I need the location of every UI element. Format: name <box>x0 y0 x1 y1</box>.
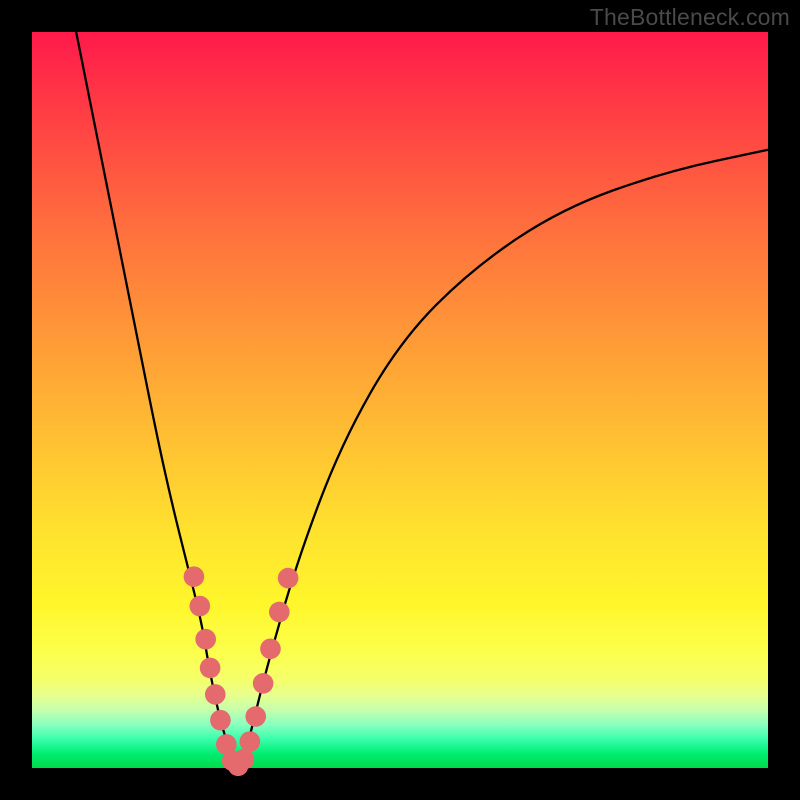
highlight-dot <box>234 749 255 770</box>
highlight-dot <box>278 568 299 589</box>
highlight-dot <box>205 684 226 705</box>
highlight-dot <box>210 710 231 731</box>
highlight-dots <box>184 566 299 776</box>
chart-frame: TheBottleneck.com <box>0 0 800 800</box>
highlight-dot <box>184 566 205 587</box>
highlight-dot <box>200 658 221 679</box>
curve-layer <box>32 32 768 768</box>
highlight-dot <box>245 706 266 727</box>
highlight-dot <box>253 673 274 694</box>
highlight-dot <box>269 602 290 623</box>
highlight-dot <box>195 629 216 650</box>
highlight-dot <box>240 731 261 752</box>
highlight-dot <box>260 638 281 659</box>
plot-area <box>32 32 768 768</box>
watermark-label: TheBottleneck.com <box>590 4 790 31</box>
highlight-dot <box>190 596 211 617</box>
bottleneck-curve <box>76 32 768 764</box>
